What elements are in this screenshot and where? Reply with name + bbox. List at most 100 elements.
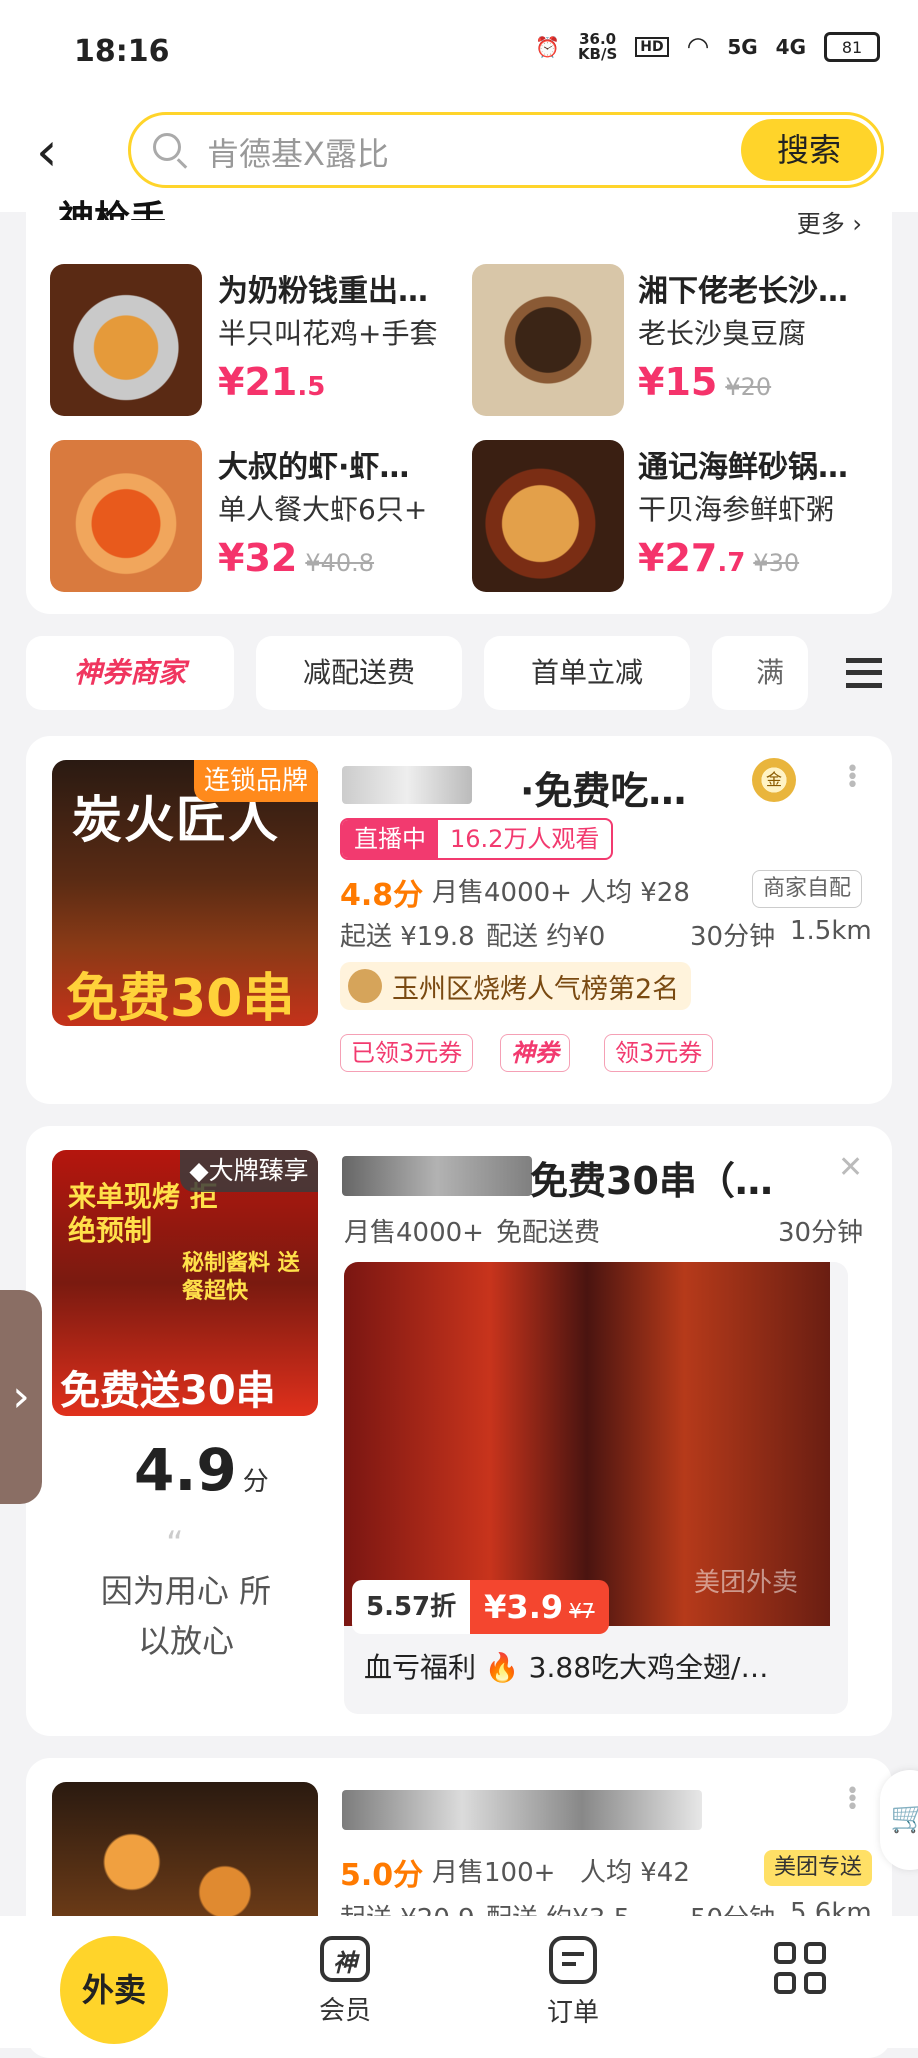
cart-icon: 🛒 (890, 1800, 918, 1835)
deal-subtitle: 干贝海参鲜虾粥 (638, 493, 835, 526)
rating-unit: 分 (242, 1467, 269, 1497)
store-slogan: 因为用心 所以放心 (100, 1572, 272, 1660)
deals-card: 神枪手 更多 › 为奶粉钱重出… 半只叫花鸡+手套 ¥21.5 湘下佬老长沙… … (26, 196, 892, 614)
deal-title: 湘下佬老长沙… (638, 274, 848, 309)
tab-label: 会员 (318, 1996, 371, 2026)
deal-item[interactable]: 大叔的虾·虾… 单人餐大虾6只+ ¥32 ¥40.8 (50, 440, 460, 592)
store-name: 免费30串（… (530, 1159, 773, 1203)
deal-price: ¥15 ¥20 (638, 360, 772, 404)
live-viewers: 16.2万人观看 (450, 825, 600, 853)
image-text: 秘制酱料 送餐超快 (182, 1251, 300, 1304)
deal-image-porridge (472, 440, 624, 592)
deal-subtitle: 单人餐大虾6只+ (218, 493, 428, 526)
filter-chip-reduced-delivery[interactable]: 减配送费 (256, 636, 462, 710)
live-badge[interactable]: 直播中 16.2万人观看 (340, 818, 614, 860)
deal-item[interactable]: 通记海鲜砂锅… 干贝海参鲜虾粥 ¥27.7 ¥30 (472, 440, 882, 592)
chain-brand-badge: 连锁品牌 (194, 760, 318, 802)
image-text: 免费30串 (66, 969, 295, 1026)
store-card[interactable]: 炭火匠人 免费30串 连锁品牌 ·免费吃… 金 • • • 直播中 16.2万人观看… (26, 736, 892, 1104)
filter-row: 神券商家 减配送费 首单立减 满 (0, 636, 918, 716)
clock: 18:16 (74, 34, 170, 69)
more-options-icon[interactable]: • • • (846, 1781, 859, 1819)
signal-4g-icon: 4G (775, 35, 806, 59)
menu-icon[interactable] (846, 658, 882, 688)
watermark: 美团外卖 (694, 1568, 799, 1598)
hd-icon: HD (635, 37, 669, 57)
premium-brand-badge: ◆大牌臻享 (180, 1150, 318, 1192)
deal-price: ¥27.7 ¥30 (638, 536, 800, 580)
avg-price: 人均 ¥28 (580, 878, 690, 908)
coupon-claimed[interactable]: 已领3元券 (340, 1034, 474, 1072)
battery-icon: 81 (824, 32, 880, 62)
search-icon (153, 133, 181, 161)
search-input[interactable]: 肯德基X露比 (207, 129, 389, 175)
deal-title: 通记海鲜砂锅… (638, 450, 848, 485)
close-icon[interactable]: ✕ (838, 1150, 863, 1185)
rating-value: 4.9 (134, 1436, 237, 1504)
discount-badge: 5.57折 ¥3.9 ¥7 (352, 1580, 609, 1634)
tab-label: 订单 (546, 1998, 599, 2028)
image-text: 免费送30串 (60, 1368, 276, 1414)
tab-orders[interactable]: 订单 (518, 1936, 628, 2029)
cart-float-button[interactable]: 🛒 (880, 1770, 918, 1870)
store-name-blur (342, 1790, 702, 1830)
monthly-sales: 月售100+ (432, 1858, 556, 1888)
store-name: ·免费吃… (520, 769, 687, 813)
deal-price: ¥21.5 (218, 360, 326, 404)
discount-rate: 5.57折 (352, 1580, 471, 1634)
store-rating: 4.9 分 (134, 1436, 269, 1504)
avg-price: 人均 ¥42 (580, 1858, 690, 1888)
delivery-tag: 商家自配 (752, 870, 863, 908)
store-rating: 5.0分 (340, 1858, 424, 1893)
store-name-blur (342, 766, 472, 804)
distance: 1.5km (790, 916, 872, 946)
dish-image: 美团外卖 (344, 1262, 830, 1626)
store-rating: 4.8分 (340, 878, 424, 913)
search-button[interactable]: 搜索 (741, 119, 877, 181)
filter-chip-more[interactable]: 满 (712, 636, 808, 710)
status-icons: ⏰ 36.0 KB/S HD ◠ 5G 4G 81 (535, 32, 880, 62)
delivery-time: 30分钟 (690, 922, 776, 952)
delivery-fee: 配送 约¥0 (486, 922, 606, 952)
coupon-god[interactable]: 神券 (500, 1034, 570, 1072)
deal-price: ¥3.9 ¥7 (470, 1580, 609, 1634)
signal-5g-icon: 5G (727, 35, 758, 59)
tab-takeout[interactable]: 外卖 (60, 1936, 168, 2044)
back-button[interactable]: ‹ (36, 124, 86, 180)
member-icon: 神 (320, 1936, 370, 1982)
store-name-blur (342, 1156, 532, 1196)
store-card[interactable]: 来单现烤 拒绝预制 秘制酱料 送餐超快 免费送30串 ◆大牌臻享 免费30串（…… (26, 1126, 892, 1736)
side-drawer-handle[interactable]: › (0, 1290, 42, 1504)
ranking-badge[interactable]: 玉州区烧烤人气榜第2名 (340, 962, 692, 1010)
search-bar[interactable]: 肯德基X露比 搜索 (128, 112, 884, 188)
deal-price: ¥32 ¥40.8 (218, 536, 375, 580)
more-link[interactable]: 更多 › (797, 204, 862, 239)
deal-item[interactable]: 为奶粉钱重出… 半只叫花鸡+手套 ¥21.5 (50, 264, 460, 416)
featured-dish-card[interactable]: 美团外卖 5.57折 ¥3.9 ¥7 血亏福利 🔥 3.88吃大鸡全翅/… (344, 1262, 848, 1714)
filter-chip-first-order[interactable]: 首单立减 (484, 636, 690, 710)
status-bar: 18:16 ⏰ 36.0 KB/S HD ◠ 5G 4G 81 (0, 0, 918, 100)
tab-more[interactable] (760, 1942, 840, 1994)
deal-item[interactable]: 湘下佬老长沙… 老长沙臭豆腐 ¥15 ¥20 (472, 264, 882, 416)
coupon-claim[interactable]: 领3元券 (604, 1034, 714, 1072)
deal-image-shrimp (50, 440, 202, 592)
free-delivery: 免配送费 (496, 1218, 601, 1248)
net-speed: 36.0 KB/S (577, 30, 618, 63)
min-order: 起送 ¥19.8 (340, 922, 475, 952)
gold-medal-icon: 金 (752, 758, 796, 802)
live-label: 直播中 (342, 820, 438, 858)
diamond-icon: ◆ (189, 1156, 209, 1185)
deal-title: 大叔的虾·虾… (218, 450, 410, 485)
grid-icon (774, 1942, 826, 1994)
delivery-time: 30分钟 (778, 1218, 864, 1248)
filter-chip-coupon-merchants[interactable]: 神券商家 (26, 636, 234, 710)
tab-member[interactable]: 神 会员 (290, 1936, 400, 2027)
monthly-sales: 月售4000+ (432, 878, 572, 908)
monthly-sales: 月售4000+ (344, 1218, 484, 1248)
rank-medal-icon (348, 969, 382, 1003)
more-options-icon[interactable]: • • • (846, 759, 859, 797)
quote-icon: “ (166, 1524, 184, 1564)
ranking-text: 玉州区烧烤人气榜第2名 (392, 973, 680, 1005)
deal-subtitle: 半只叫花鸡+手套 (218, 317, 438, 350)
section-title: 神枪手 (58, 199, 167, 220)
